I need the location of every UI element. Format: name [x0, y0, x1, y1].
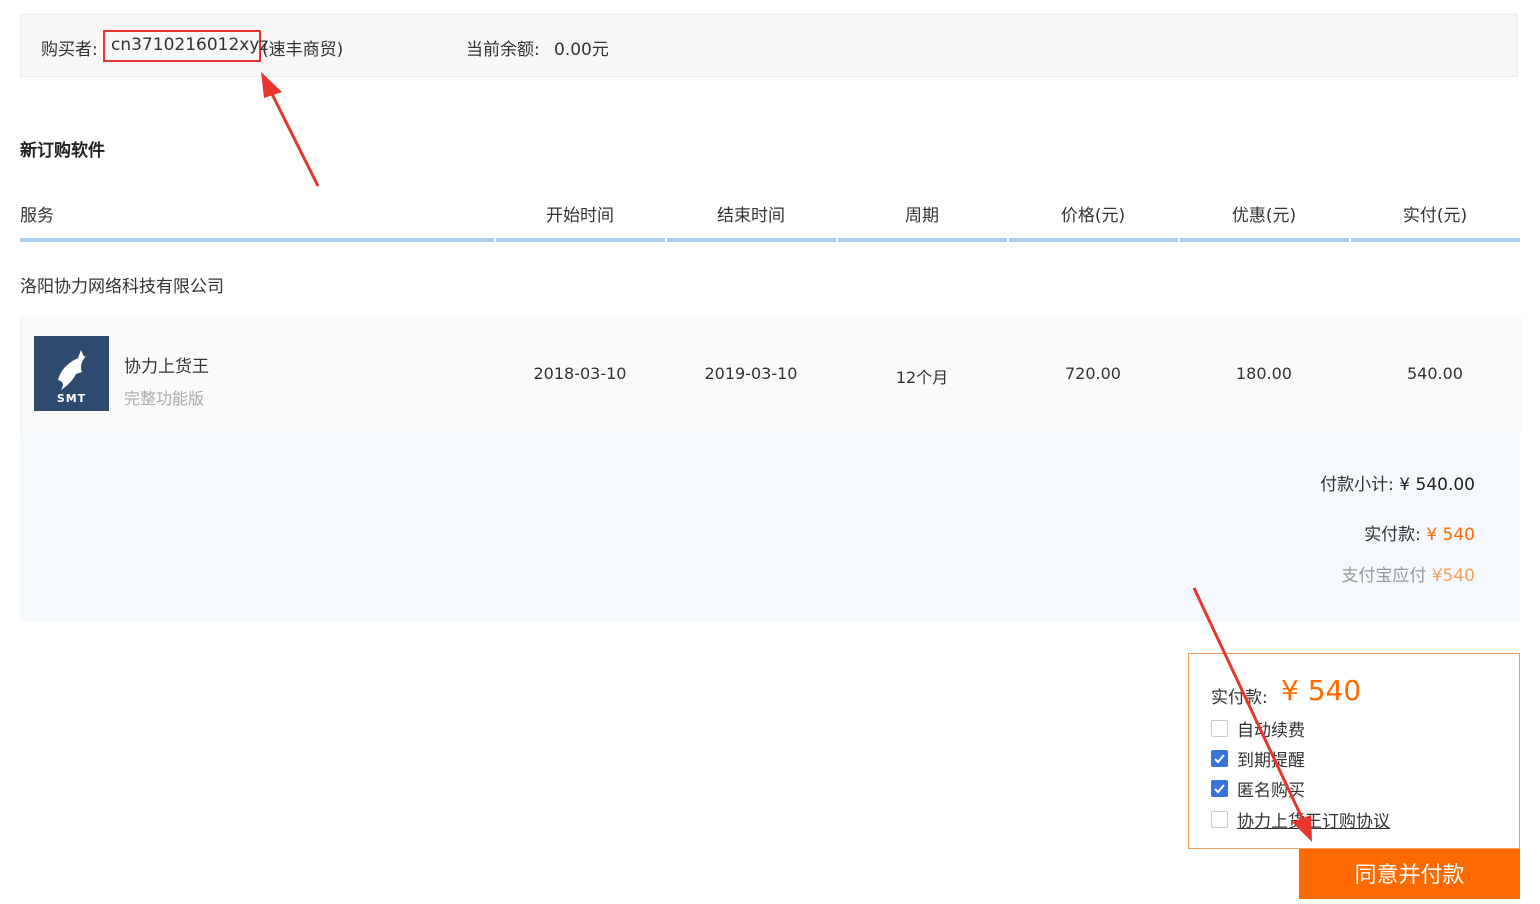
buyer-label: 购买者:	[41, 40, 98, 60]
payment-summary: 付款小计: ¥ 540.00 实付款: ¥ 540 支付宝应付 ¥540	[20, 433, 1520, 621]
alipay-row: 支付宝应付 ¥540	[1341, 561, 1475, 586]
product-edition: 完整功能版	[124, 389, 205, 408]
anonymous-purchase-label: 匿名购买	[1237, 781, 1305, 801]
actual-payment-row: 实付款: ¥ 540	[1364, 520, 1475, 545]
alipay-label: 支付宝应付	[1341, 566, 1427, 586]
agreement-checkbox[interactable]	[1211, 811, 1228, 828]
agreement-option[interactable]: 协力上货王订购协议	[1211, 807, 1390, 832]
cell-discount: 180.00	[1236, 364, 1292, 383]
logo-text: SMT	[56, 392, 87, 405]
anonymous-purchase-option[interactable]: 匿名购买	[1211, 776, 1305, 801]
product-logo: SMT	[34, 336, 109, 411]
header-divider	[1351, 238, 1520, 242]
header-discount: 优惠(元)	[1231, 206, 1297, 226]
pay-label: 实付款:	[1211, 688, 1268, 708]
agreement-link[interactable]: 协力上货王订购协议	[1237, 807, 1390, 832]
header-service: 服务	[20, 206, 54, 226]
section-title: 新订购软件	[20, 141, 105, 161]
agree-and-pay-button[interactable]: 同意并付款	[1299, 849, 1520, 899]
header-divider	[1180, 238, 1349, 242]
header-divider	[496, 238, 665, 242]
header-period: 周期	[905, 206, 939, 226]
header-end-time: 结束时间	[717, 206, 785, 226]
header-divider	[20, 238, 494, 242]
expiry-reminder-checkbox[interactable]	[1211, 750, 1228, 767]
header-divider	[1009, 238, 1178, 242]
checkmark-icon	[1214, 754, 1225, 764]
checkmark-icon	[1214, 784, 1225, 794]
header-divider	[667, 238, 836, 242]
header-divider	[838, 238, 1007, 242]
cell-period: 12个月	[895, 368, 949, 387]
pay-amount: ¥ 540	[1281, 674, 1362, 707]
expiry-reminder-label: 到期提醒	[1237, 751, 1305, 771]
product-name: 协力上货王	[124, 357, 209, 377]
buyer-id: cn3710216012xyz	[103, 30, 268, 62]
auto-renew-option[interactable]: 自动续费	[1211, 716, 1305, 741]
buyer-company: (速丰商贸)	[262, 40, 344, 60]
anonymous-purchase-checkbox[interactable]	[1211, 780, 1228, 797]
buyer-info-bar: 购买者: cn3710216012xyz (速丰商贸) 当前余额: 0.00元	[20, 14, 1518, 77]
subtotal-row: 付款小计: ¥ 540.00	[1320, 470, 1475, 495]
actual-payment-label: 实付款:	[1364, 525, 1421, 545]
cell-price: 720.00	[1065, 364, 1121, 383]
alipay-value: ¥540	[1431, 566, 1475, 586]
subtotal-value: ¥ 540.00	[1399, 475, 1475, 495]
header-paid: 实付(元)	[1402, 206, 1468, 226]
annotation-arrow	[261, 72, 320, 187]
cell-end-date: 2019-03-10	[704, 364, 798, 383]
subtotal-label: 付款小计:	[1320, 475, 1394, 495]
auto-renew-checkbox[interactable]	[1211, 720, 1228, 737]
actual-payment-value: ¥ 540	[1426, 525, 1475, 545]
header-price: 价格(元)	[1060, 206, 1126, 226]
balance-label: 当前余额:	[466, 40, 540, 60]
vendor-name: 洛阳协力网络科技有限公司	[20, 277, 224, 297]
balance-value: 0.00元	[554, 40, 609, 60]
header-start-time: 开始时间	[546, 206, 614, 226]
cell-start-date: 2018-03-10	[533, 364, 627, 383]
expiry-reminder-option[interactable]: 到期提醒	[1211, 746, 1305, 771]
cell-paid: 540.00	[1407, 364, 1463, 383]
auto-renew-label: 自动续费	[1237, 721, 1305, 741]
